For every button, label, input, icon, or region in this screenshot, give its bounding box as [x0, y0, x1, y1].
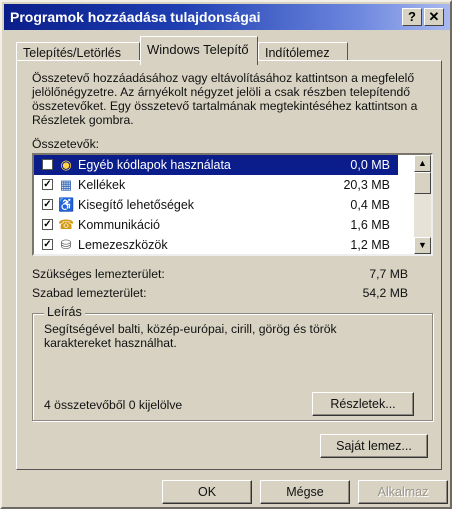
scroll-down-icon[interactable]: ▼: [414, 237, 431, 254]
component-name: Kellékek: [78, 178, 126, 192]
help-button[interactable]: ?: [402, 8, 422, 26]
component-checkbox[interactable]: ✓: [42, 219, 53, 230]
list-scrollbar[interactable]: ▲ ▼: [414, 155, 431, 254]
description-group-label: Leírás: [44, 305, 85, 319]
tab-windows-setup[interactable]: Windows Telepítő: [140, 36, 258, 65]
component-name: Lemezeszközök: [78, 238, 168, 252]
components-list[interactable]: ◉ Egyéb kódlapok használata 0,0 MB ✓ ▦ K…: [32, 153, 433, 256]
apply-button[interactable]: Alkalmaz: [358, 480, 448, 504]
component-name: Egyéb kódlapok használata: [78, 158, 231, 172]
components-label: Összetevők:: [32, 137, 100, 151]
globe-icon: ◉: [60, 157, 72, 172]
selection-status: 4 összetevőből 0 kijelölve: [44, 398, 183, 412]
component-row-communication[interactable]: ✓ ☎ Kommunikáció 1,6 MB: [34, 215, 398, 235]
component-name: Kommunikáció: [78, 218, 160, 232]
component-row-accessibility[interactable]: ✓ ♿ Kisegítő lehetőségek 0,4 MB: [34, 195, 398, 215]
properties-dialog: Programok hozzáadása tulajdonságai ? ✕ T…: [0, 0, 452, 509]
scroll-up-icon[interactable]: ▲: [414, 155, 431, 172]
instructions-text: Összetevő hozzáadásához vagy eltávolítás…: [32, 71, 418, 127]
required-space-value: 7,7 MB: [369, 267, 408, 281]
free-space-value: 54,2 MB: [362, 286, 408, 300]
component-name: Kisegítő lehetőségek: [78, 198, 195, 212]
component-size: 20,3 MB: [343, 178, 390, 192]
communication-icon: ☎: [58, 217, 75, 232]
close-button[interactable]: ✕: [424, 8, 444, 26]
scroll-thumb[interactable]: [414, 172, 431, 194]
component-checkbox[interactable]: ✓: [42, 199, 53, 210]
title-bar[interactable]: Programok hozzáadása tulajdonságai ? ✕: [4, 4, 450, 30]
component-row-disk-tools[interactable]: ✓ ⛁ Lemezeszközök 1,2 MB: [34, 235, 398, 254]
details-button[interactable]: Részletek...: [312, 392, 414, 416]
component-size: 0,0 MB: [350, 158, 390, 172]
component-description: Segítségével balti, közép-európai, ciril…: [44, 322, 337, 350]
component-row-other-codepages[interactable]: ◉ Egyéb kódlapok használata 0,0 MB: [34, 155, 398, 175]
component-checkbox[interactable]: [42, 159, 53, 170]
component-size: 0,4 MB: [350, 198, 390, 212]
component-checkbox[interactable]: ✓: [42, 179, 53, 190]
component-size: 1,6 MB: [350, 218, 390, 232]
have-disk-button[interactable]: Saját lemez...: [320, 434, 428, 458]
component-size: 1,2 MB: [350, 238, 390, 252]
component-checkbox[interactable]: ✓: [42, 239, 53, 250]
accessories-icon: ▦: [59, 177, 73, 192]
window-title: Programok hozzáadása tulajdonságai: [10, 9, 261, 25]
cancel-button[interactable]: Mégse: [260, 480, 350, 504]
required-space-label: Szükséges lemezterület:: [32, 267, 165, 281]
component-row-accessories[interactable]: ✓ ▦ Kellékek 20,3 MB: [34, 175, 398, 195]
disk-tools-icon: ⛁: [60, 237, 72, 252]
ok-button[interactable]: OK: [162, 480, 252, 504]
free-space-label: Szabad lemezterület:: [32, 286, 147, 300]
accessibility-icon: ♿: [58, 197, 75, 212]
